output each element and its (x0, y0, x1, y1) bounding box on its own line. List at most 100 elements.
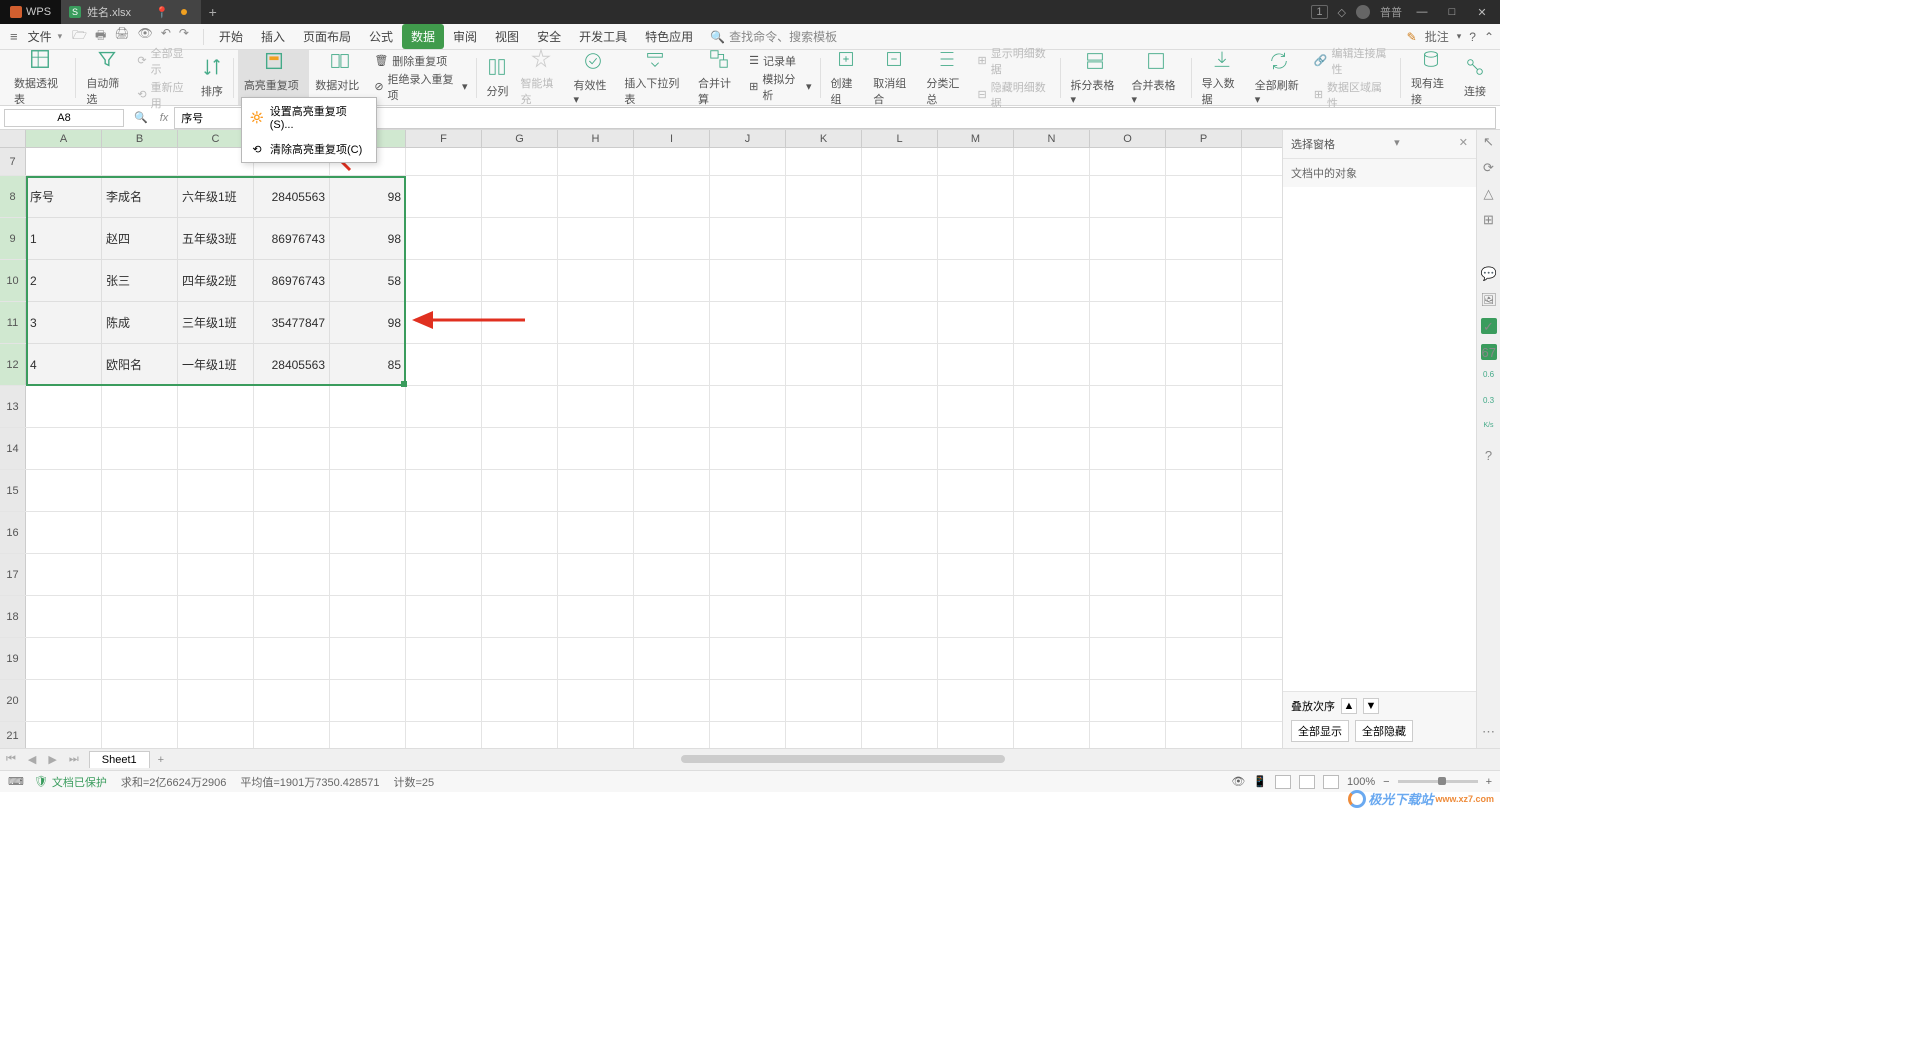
cell-D19[interactable] (254, 638, 330, 679)
zoom-formula-icon[interactable]: 🔍 (128, 111, 154, 124)
cell-G12[interactable] (482, 344, 558, 385)
minimize-button[interactable]: — (1412, 6, 1432, 18)
cell-L17[interactable] (862, 554, 938, 595)
cell-P13[interactable] (1166, 386, 1242, 427)
ribbon-tab-9[interactable]: 特色应用 (636, 24, 702, 49)
cell-C15[interactable] (178, 470, 254, 511)
cell-L7[interactable] (862, 148, 938, 175)
cell-E20[interactable] (330, 680, 406, 721)
cell-P7[interactable] (1166, 148, 1242, 175)
cell-L12[interactable] (862, 344, 938, 385)
cell-B11[interactable]: 陈成 (102, 302, 178, 343)
phone-icon[interactable]: 📱 (1253, 775, 1267, 788)
cell-O19[interactable] (1090, 638, 1166, 679)
grid-body[interactable]: 78序号李成名六年级1班284055639891赵四五年级3班869767439… (0, 148, 1282, 748)
file-dropdown-icon[interactable]: ▾ (58, 31, 63, 42)
cell-I8[interactable] (634, 176, 710, 217)
cell-H17[interactable] (558, 554, 634, 595)
print-icon[interactable]: 🖨 (114, 26, 129, 47)
cell-K16[interactable] (786, 512, 862, 553)
cell-I14[interactable] (634, 428, 710, 469)
cell-O20[interactable] (1090, 680, 1166, 721)
cell-I19[interactable] (634, 638, 710, 679)
cell-G10[interactable] (482, 260, 558, 301)
row-header-19[interactable]: 19 (0, 638, 26, 679)
cell-D11[interactable]: 35477847 (254, 302, 330, 343)
break-view-button[interactable] (1323, 775, 1339, 789)
cell-M20[interactable] (938, 680, 1014, 721)
cell-F20[interactable] (406, 680, 482, 721)
cell-B20[interactable] (102, 680, 178, 721)
cell-B13[interactable] (102, 386, 178, 427)
cell-I20[interactable] (634, 680, 710, 721)
cell-J16[interactable] (710, 512, 786, 553)
cell-B19[interactable] (102, 638, 178, 679)
cell-P20[interactable] (1166, 680, 1242, 721)
sim-analysis-button[interactable]: ⊞ 模拟分析 ▾ (749, 71, 811, 103)
cell-I11[interactable] (634, 302, 710, 343)
import-data-button[interactable]: 导入数据 (1196, 50, 1249, 105)
cell-C19[interactable] (178, 638, 254, 679)
cell-J18[interactable] (710, 596, 786, 637)
cell-H20[interactable] (558, 680, 634, 721)
select-tool-icon[interactable]: ↖ (1481, 134, 1497, 150)
cell-O18[interactable] (1090, 596, 1166, 637)
cell-A8[interactable]: 序号 (26, 176, 102, 217)
clear-highlight-item[interactable]: ⟲ 清除高亮重复项(C) (242, 136, 376, 162)
cell-N13[interactable] (1014, 386, 1090, 427)
cell-G17[interactable] (482, 554, 558, 595)
cell-H19[interactable] (558, 638, 634, 679)
cell-C11[interactable]: 三年级1班 (178, 302, 254, 343)
cell-A7[interactable] (26, 148, 102, 175)
row-header-16[interactable]: 16 (0, 512, 26, 553)
cell-M10[interactable] (938, 260, 1014, 301)
cell-N15[interactable] (1014, 470, 1090, 511)
sheet-tab-1[interactable]: Sheet1 (89, 751, 150, 768)
help-icon[interactable]: ? (1469, 30, 1476, 44)
cell-C21[interactable] (178, 722, 254, 748)
cell-N11[interactable] (1014, 302, 1090, 343)
ribbon-tab-0[interactable]: 开始 (210, 24, 252, 49)
cell-K18[interactable] (786, 596, 862, 637)
cell-P9[interactable] (1166, 218, 1242, 259)
cell-A13[interactable] (26, 386, 102, 427)
cell-K11[interactable] (786, 302, 862, 343)
cell-F12[interactable] (406, 344, 482, 385)
cell-M14[interactable] (938, 428, 1014, 469)
pivot-table-button[interactable]: 数据透视表 (8, 50, 71, 105)
cell-P10[interactable] (1166, 260, 1242, 301)
cell-C17[interactable] (178, 554, 254, 595)
cell-H11[interactable] (558, 302, 634, 343)
new-tab-button[interactable]: + (201, 4, 225, 20)
cell-B9[interactable]: 赵四 (102, 218, 178, 259)
cell-I7[interactable] (634, 148, 710, 175)
command-search[interactable]: 🔍 查找命令、搜索模板 (710, 28, 837, 45)
row-header-20[interactable]: 20 (0, 680, 26, 721)
menu-icon[interactable]: ≡ (6, 29, 22, 44)
cell-C12[interactable]: 一年级1班 (178, 344, 254, 385)
cell-G13[interactable] (482, 386, 558, 427)
cell-A21[interactable] (26, 722, 102, 748)
cell-F10[interactable] (406, 260, 482, 301)
cell-N16[interactable] (1014, 512, 1090, 553)
cell-C10[interactable]: 四年级2班 (178, 260, 254, 301)
ribbon-tab-2[interactable]: 页面布局 (294, 24, 360, 49)
cell-C8[interactable]: 六年级1班 (178, 176, 254, 217)
select-all-corner[interactable] (0, 130, 26, 147)
col-header-A[interactable]: A (26, 130, 102, 147)
cell-I17[interactable] (634, 554, 710, 595)
cell-F16[interactable] (406, 512, 482, 553)
cell-L21[interactable] (862, 722, 938, 748)
cell-B18[interactable] (102, 596, 178, 637)
col-header-K[interactable]: K (786, 130, 862, 147)
cell-B16[interactable] (102, 512, 178, 553)
split-table-button[interactable]: 拆分表格 ▾ (1064, 50, 1125, 105)
cell-N8[interactable] (1014, 176, 1090, 217)
ribbon-tab-4[interactable]: 数据 (402, 24, 444, 49)
col-header-L[interactable]: L (862, 130, 938, 147)
cell-E21[interactable] (330, 722, 406, 748)
annotate-label[interactable]: 批注 (1425, 28, 1449, 45)
cell-K10[interactable] (786, 260, 862, 301)
row-header-18[interactable]: 18 (0, 596, 26, 637)
cell-J7[interactable] (710, 148, 786, 175)
